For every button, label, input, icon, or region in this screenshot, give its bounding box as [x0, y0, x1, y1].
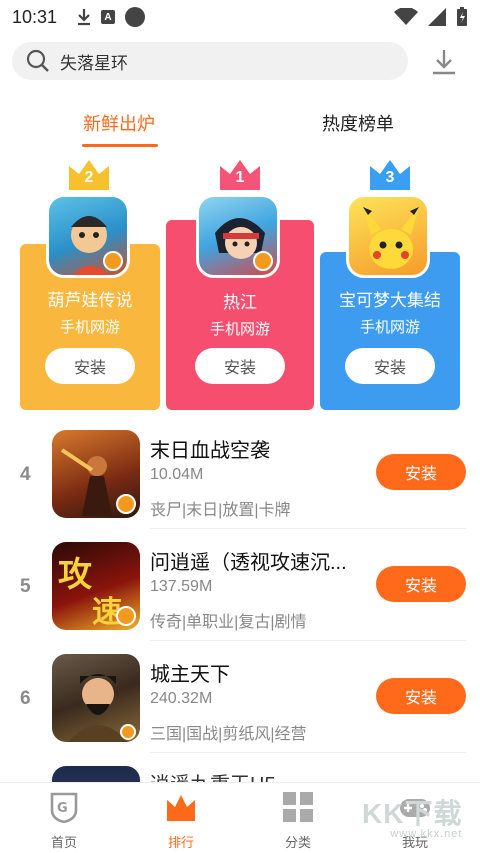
app-icon[interactable]	[52, 766, 140, 782]
install-button[interactable]: 安装	[376, 566, 466, 602]
a-status-icon: A	[101, 10, 116, 24]
svg-text:G: G	[57, 801, 68, 816]
app-name: 问逍遥（透视攻速沉...	[150, 552, 347, 574]
app-tags: 丧尸|末日|放置|卡牌	[150, 502, 291, 519]
crown-rank-1-label: 1	[218, 160, 262, 190]
install-button[interactable]: 安装	[45, 348, 135, 384]
tab-bar: 新鲜出炉 热度榜单	[0, 92, 480, 156]
rank-number: 2	[84, 169, 94, 186]
search-input[interactable]: 失落星环	[12, 42, 408, 80]
rank-number: 1	[235, 169, 245, 186]
search-query: 失落星环	[60, 53, 128, 73]
podium-game-name: 宝可梦大集结	[339, 291, 441, 310]
rank-number: 5	[20, 576, 31, 597]
svg-text:攻: 攻	[58, 555, 93, 595]
podium-game-category: 手机网游	[359, 319, 420, 336]
status-bar: 10:31 A	[0, 0, 480, 34]
app-size: 240.32M	[150, 690, 213, 707]
divider	[150, 752, 466, 753]
list-item[interactable]: 逍遥九重天H5	[0, 754, 480, 782]
ranking-list: 4 末日血战空袭 10.04M 丧尸|末日|放置|卡牌 安装 5 攻速 问逍遥（…	[0, 418, 480, 782]
divider	[150, 528, 466, 529]
nav-home[interactable]: G 首页	[24, 791, 104, 851]
app-size: 10.04M	[150, 466, 204, 483]
rank-number: 6	[20, 688, 31, 709]
install-button[interactable]: 安装	[345, 348, 435, 384]
app-icon-pokemon[interactable]	[346, 194, 430, 278]
search-icon	[26, 49, 49, 72]
crown-rank-3-label: 3	[368, 160, 412, 190]
nav-label: 首页	[50, 835, 77, 850]
game-badge-icon	[120, 724, 136, 740]
app-tags: 传奇|单职业|复古|剧情	[150, 614, 307, 631]
tab-new[interactable]: 新鲜出炉	[83, 110, 155, 136]
nav-label: 分类	[284, 835, 311, 850]
app-tags: 三国|国战|剪纸风|经营	[150, 726, 307, 743]
install-button[interactable]: 安装	[376, 678, 466, 714]
grid-icon	[283, 792, 313, 822]
nav-ranking[interactable]: 排行	[141, 791, 221, 851]
app-size: 137.59M	[150, 578, 213, 595]
download-manager-icon[interactable]	[428, 46, 460, 78]
home-shield-icon: G	[50, 792, 78, 824]
podium-game-category: 手机网游	[209, 321, 270, 338]
install-button[interactable]: 安装	[195, 348, 285, 384]
podium-game-name: 葫芦娃传说	[47, 291, 133, 310]
rank-number: 3	[385, 169, 395, 186]
record-status-icon	[125, 7, 146, 27]
top-three-podium: 葫芦娃传说 手机网游 安装 2 热江 手机网游 安装 1 宝可梦大集结 手机网游…	[0, 156, 480, 418]
game-badge-icon	[116, 606, 136, 626]
list-item[interactable]: 5 攻速 问逍遥（透视攻速沉... 137.59M 传奇|单职业|复古|剧情 安…	[0, 530, 480, 642]
crown-rank-2-label: 2	[67, 160, 111, 190]
watermark-text: KK下载	[362, 798, 463, 829]
app-icon-huluwa[interactable]	[46, 194, 130, 278]
app-name: 逍遥九重天H5	[150, 768, 276, 782]
crown-icon	[167, 795, 195, 821]
app-name: 末日血战空袭	[150, 440, 270, 462]
download-status-icon	[78, 9, 91, 26]
watermark: KK下载 www.kkx.net	[362, 792, 462, 840]
app-icon-rejiang[interactable]	[196, 194, 280, 278]
app-name: 城主天下	[150, 664, 230, 686]
game-badge-icon	[253, 251, 273, 271]
rank-number: 4	[20, 464, 31, 485]
list-item[interactable]: 4 末日血战空袭 10.04M 丧尸|末日|放置|卡牌 安装	[0, 418, 480, 530]
divider	[150, 640, 466, 641]
battery-icon	[457, 7, 467, 26]
game-badge-icon	[103, 251, 123, 271]
install-button[interactable]: 安装	[376, 454, 466, 490]
tab-indicator	[82, 144, 158, 147]
tab-hot[interactable]: 热度榜单	[322, 110, 394, 136]
nav-label: 排行	[167, 835, 194, 850]
podium-game-name: 热江	[223, 293, 257, 312]
signal-icon	[428, 8, 446, 26]
status-time: 10:31	[12, 6, 58, 27]
game-badge-icon	[116, 494, 136, 514]
wifi-icon	[394, 8, 418, 25]
podium-game-category: 手机网游	[59, 319, 120, 336]
nav-category[interactable]: 分类	[258, 791, 338, 851]
watermark-url: www.kkx.net	[390, 828, 463, 840]
list-item[interactable]: 6 城主天下 240.32M 三国|国战|剪纸风|经营 安装	[0, 642, 480, 754]
